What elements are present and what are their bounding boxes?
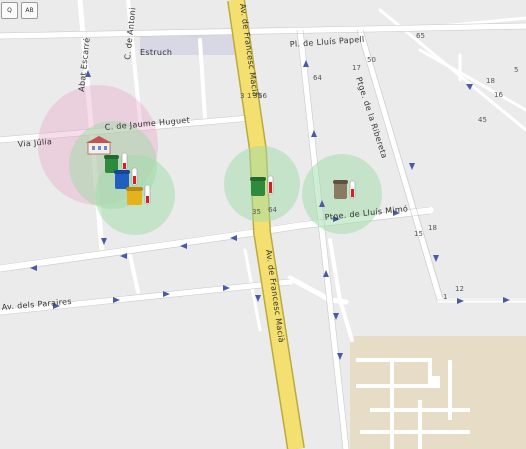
house-number: 15 <box>414 230 423 238</box>
house-number: 3 <box>240 92 244 100</box>
house-number: 5 <box>514 66 518 74</box>
fill-level-icon-4 <box>267 175 274 195</box>
house-number: 17 <box>352 64 361 72</box>
house-number: 45 <box>478 116 487 124</box>
house-number: 64 <box>268 206 277 214</box>
house-number: 1 <box>443 293 447 301</box>
locate-tool-label: Q <box>7 6 12 14</box>
fill-level-icon-1 <box>121 152 128 171</box>
house-number: 50 <box>367 56 376 64</box>
label-tool-label: AB <box>25 6 34 14</box>
container-blue-icon[interactable] <box>114 170 130 189</box>
house-number: 64 <box>313 74 322 82</box>
map-view[interactable]: Abat Escarré C. de Antoni Estruch C. de … <box>0 0 526 449</box>
house-number: 16 <box>494 91 503 99</box>
container-brown-icon[interactable] <box>333 180 348 199</box>
fill-level-icon-3 <box>144 184 151 205</box>
house-number: 18 <box>428 224 437 232</box>
house-number: 12 <box>455 285 464 293</box>
house-number: 66 <box>258 92 267 100</box>
container-yellow-icon[interactable] <box>126 187 143 205</box>
label-tool-button[interactable]: AB <box>21 2 38 19</box>
fill-level-icon-2 <box>131 167 138 186</box>
house-number: 35 <box>252 208 261 216</box>
container-green-icon-2[interactable] <box>250 177 266 196</box>
street-label-estruch: Estruch <box>140 48 172 57</box>
house-number: 18 <box>486 77 495 85</box>
fill-level-icon-5 <box>349 180 356 199</box>
house-number: 1 <box>247 92 251 100</box>
locate-tool-button[interactable]: Q <box>1 2 18 19</box>
map-canvas[interactable]: Abat Escarré C. de Antoni Estruch C. de … <box>0 0 526 449</box>
house-number: 65 <box>416 32 425 40</box>
